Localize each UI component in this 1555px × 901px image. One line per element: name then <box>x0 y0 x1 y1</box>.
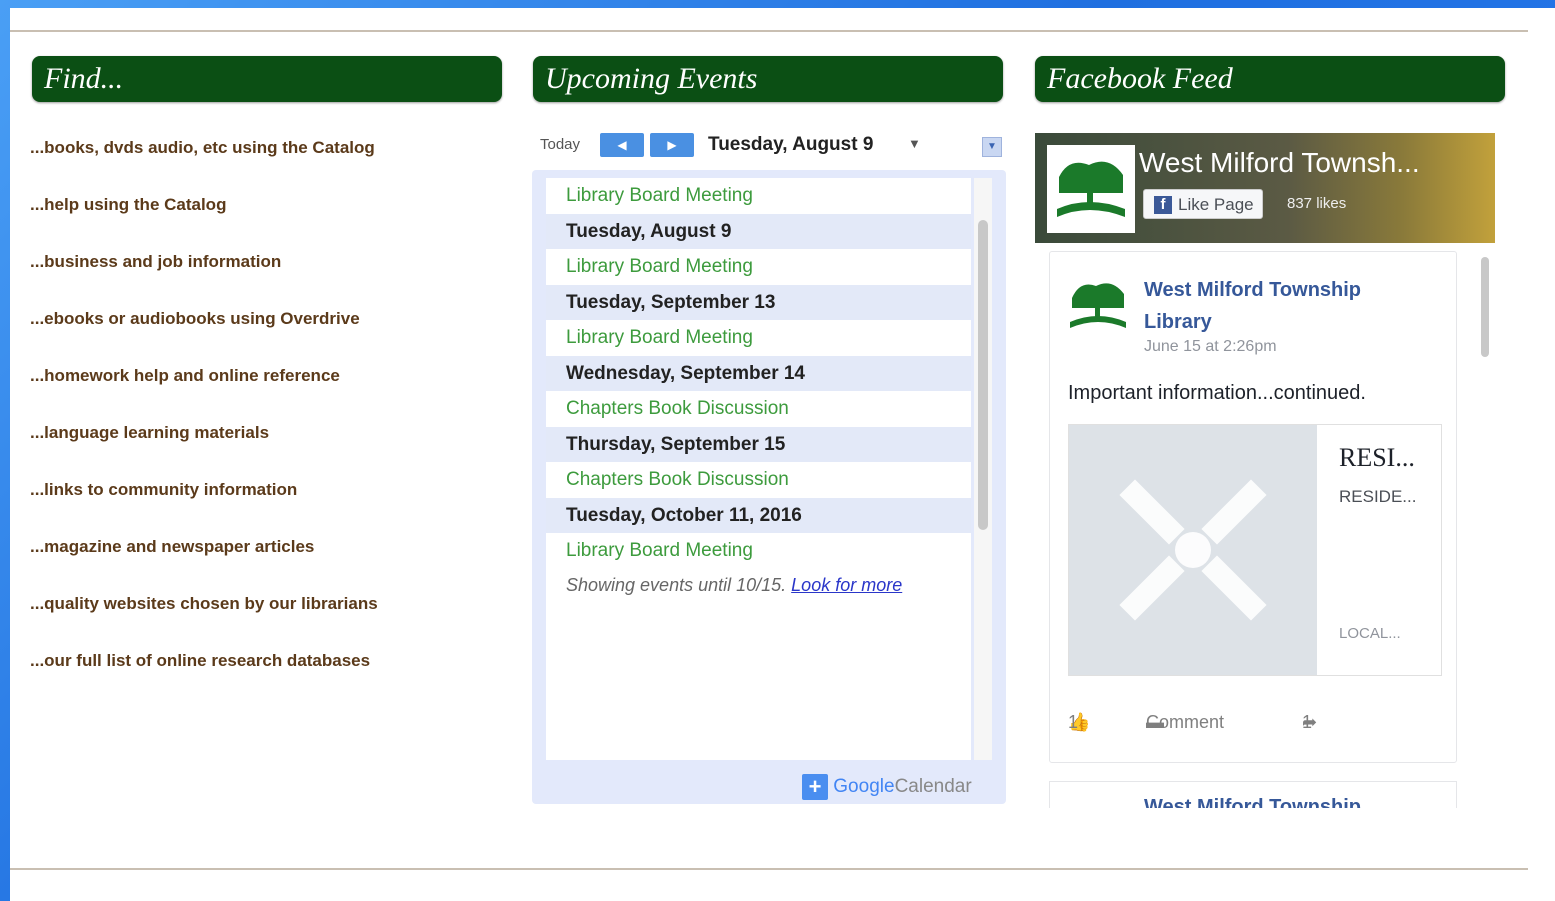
find-link-business-jobs[interactable]: ...business and job information <box>30 250 500 307</box>
event-item[interactable]: Library Board Meeting <box>546 178 971 214</box>
find-link-overdrive[interactable]: ...ebooks or audiobooks using Overdrive <box>30 307 500 364</box>
chevron-down-icon: ▼ <box>987 141 997 152</box>
find-link-quality-websites[interactable]: ...quality websites chosen by our librar… <box>30 592 500 649</box>
facebook-icon: f <box>1154 196 1172 214</box>
facebook-page-banner[interactable]: West Milford Townsh... f Like Page 837 l… <box>1035 133 1495 243</box>
like-page-button[interactable]: f Like Page <box>1143 189 1263 219</box>
like-count: 837 likes <box>1287 195 1347 212</box>
agenda-footer: Showing events until 10/15. Look for mor… <box>546 569 971 596</box>
day-header: Thursday, September 15 <box>546 426 971 462</box>
google-calendar-widget: Today ◀ ▶ Tuesday, August 9 ▼ ▼ Library … <box>532 128 1006 804</box>
day-header: Tuesday, October 11, 2016 <box>546 497 971 533</box>
find-link-language-learning[interactable]: ...language learning materials <box>30 421 500 478</box>
facebook-page-name[interactable]: West Milford Townsh... <box>1139 147 1420 179</box>
day-header: Tuesday, September 13 <box>546 284 971 320</box>
page: Find... ...books, dvds audio, etc using … <box>10 8 1555 901</box>
agenda-footer-text: Showing events until 10/15. <box>566 574 787 595</box>
facebook-post-next: West Milford Township <box>1049 781 1457 808</box>
find-panel-header: Find... <box>32 56 502 102</box>
calendar-options-dropdown[interactable]: ▼ <box>982 137 1002 157</box>
event-item[interactable]: Library Board Meeting <box>546 249 971 285</box>
find-links-list: ...books, dvds audio, etc using the Cata… <box>30 136 500 706</box>
find-link-catalog[interactable]: ...books, dvds audio, etc using the Cata… <box>30 136 500 193</box>
library-logo-icon <box>1047 145 1135 233</box>
like-page-label: Like Page <box>1178 195 1254 214</box>
next-button[interactable]: ▶ <box>650 133 694 157</box>
find-link-magazine-articles[interactable]: ...magazine and newspaper articles <box>30 535 500 592</box>
calendar-body: Library Board Meeting Tuesday, August 9 … <box>532 170 1006 804</box>
calendar-current-date[interactable]: Tuesday, August 9 <box>708 134 873 156</box>
chevron-down-icon[interactable]: ▼ <box>908 136 921 151</box>
find-link-catalog-help[interactable]: ...help using the Catalog <box>30 193 500 250</box>
facebook-feed-scrollbar[interactable] <box>1481 257 1489 357</box>
post-text: Important information...continued. <box>1068 382 1366 404</box>
facebook-panel-header: Facebook Feed <box>1035 56 1505 102</box>
arrow-left-icon: ◀ <box>617 138 627 152</box>
top-divider <box>10 30 1528 32</box>
post-link-attachment[interactable]: RESI... RESIDE... LOCAL... <box>1068 424 1442 676</box>
event-item[interactable]: Chapters Book Discussion <box>546 462 971 498</box>
post-actions-bar: 👍 1 ▬ Comment ➦ 1 <box>1068 712 1318 732</box>
plus-icon: + <box>802 774 828 800</box>
prev-button[interactable]: ◀ <box>600 133 644 157</box>
find-link-homework-help[interactable]: ...homework help and online reference <box>30 364 500 421</box>
attachment-domain: LOCAL... <box>1339 625 1401 642</box>
agenda-scrollbar-thumb[interactable] <box>978 220 988 530</box>
events-panel-header: Upcoming Events <box>533 56 1003 102</box>
library-avatar-icon[interactable] <box>1066 272 1130 336</box>
event-agenda-list: Library Board Meeting Tuesday, August 9 … <box>546 178 971 760</box>
arrow-right-icon: ▶ <box>667 138 677 152</box>
bottom-divider <box>10 868 1528 870</box>
facebook-feed-widget: West Milford Townsh... f Like Page 837 l… <box>1035 133 1495 808</box>
facebook-post: West Milford Township Library June 15 at… <box>1049 251 1457 763</box>
calendar-toolbar: Today ◀ ▶ Tuesday, August 9 ▼ ▼ <box>532 128 1006 164</box>
day-header: Wednesday, September 14 <box>546 355 971 391</box>
event-item[interactable]: Library Board Meeting <box>546 533 971 569</box>
find-link-research-databases[interactable]: ...our full list of online research data… <box>30 649 500 706</box>
event-item[interactable]: Chapters Book Discussion <box>546 391 971 427</box>
attachment-title: RESI... <box>1339 443 1415 472</box>
look-for-more-link[interactable]: Look for more <box>791 575 902 595</box>
post-timestamp[interactable]: June 15 at 2:26pm <box>1144 338 1277 356</box>
post-author-link[interactable]: West Milford Township <box>1144 796 1361 808</box>
google-calendar-logo-link[interactable]: + GoogleCalendar <box>802 774 972 802</box>
find-link-community-info[interactable]: ...links to community information <box>30 478 500 535</box>
google-calendar-brand: GoogleCalendar <box>833 776 972 797</box>
day-header: Tuesday, August 9 <box>546 213 971 249</box>
attachment-description: RESIDE... <box>1339 487 1417 506</box>
today-button[interactable]: Today <box>540 136 580 153</box>
event-item[interactable]: Library Board Meeting <box>546 320 971 356</box>
attachment-placeholder-icon <box>1069 425 1317 675</box>
post-author-link[interactable]: West Milford Township Library <box>1144 274 1404 338</box>
